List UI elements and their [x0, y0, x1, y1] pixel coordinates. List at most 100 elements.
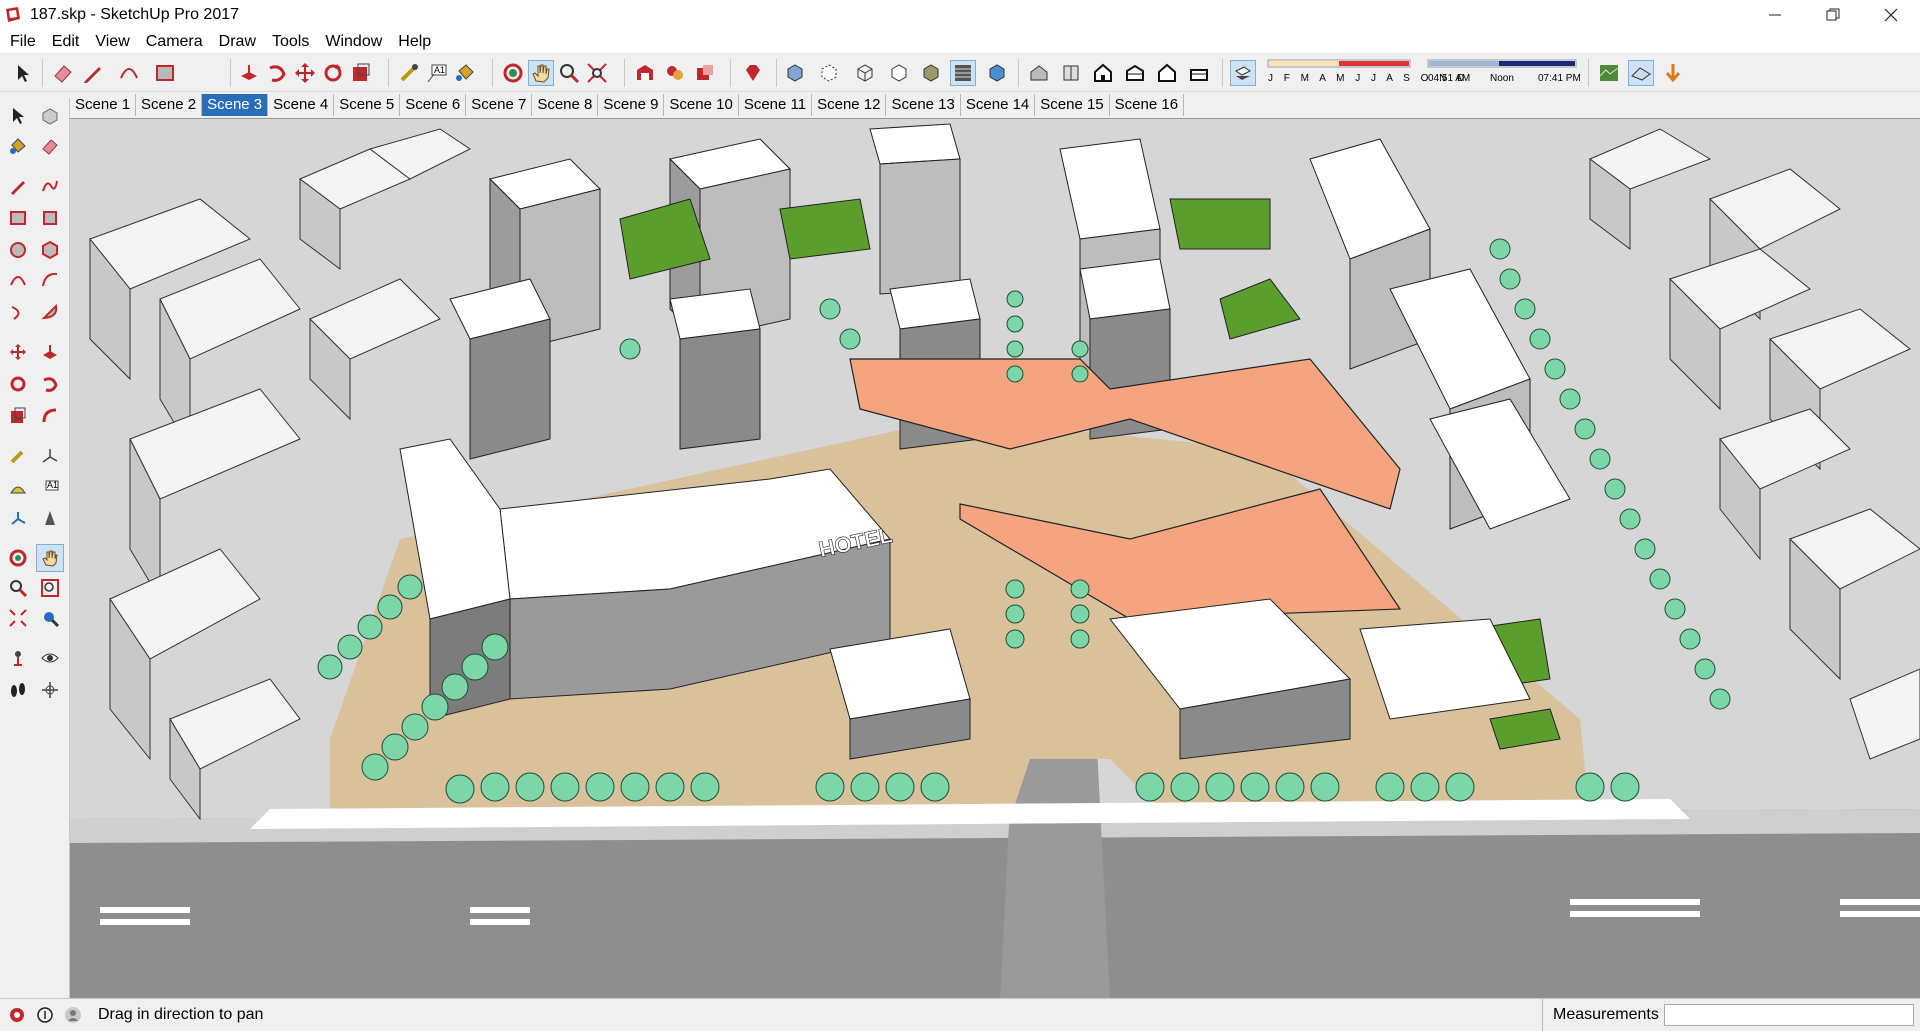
menu-edit[interactable]: Edit	[44, 30, 88, 54]
share-model-button[interactable]	[692, 60, 718, 86]
minimize-button[interactable]	[1746, 0, 1804, 30]
3d-warehouse-button[interactable]	[632, 60, 658, 86]
tab-scene-14[interactable]: Scene 14	[961, 94, 1036, 116]
tab-scene-6[interactable]: Scene 6	[400, 94, 467, 116]
tab-scene-12[interactable]: Scene 12	[812, 94, 887, 116]
left-3pt-arc-tool[interactable]	[4, 298, 32, 326]
left-zoom-window-tool[interactable]	[36, 574, 64, 602]
measurements-input[interactable]	[1664, 1004, 1914, 1026]
hidden-line-style-button[interactable]	[886, 60, 912, 86]
tab-scene-16[interactable]: Scene 16	[1110, 94, 1185, 116]
left-view-button[interactable]	[1186, 60, 1212, 86]
left-protractor-tool[interactable]	[4, 474, 32, 502]
left-offset-tool[interactable]	[36, 402, 64, 430]
follow-me-tool-button[interactable]	[264, 60, 290, 86]
back-edges-style-button[interactable]	[816, 60, 842, 86]
rectangle-tool-button[interactable]	[152, 60, 178, 86]
monochrome-style-button[interactable]	[984, 60, 1010, 86]
tab-scene-10[interactable]: Scene 10	[664, 94, 739, 116]
arc-tool-button[interactable]	[116, 60, 142, 86]
tab-scene-7[interactable]: Scene 7	[466, 94, 533, 116]
geo-location-icon[interactable]	[6, 1004, 28, 1026]
left-orbit-tool[interactable]	[4, 544, 32, 572]
left-arc-tool[interactable]	[4, 266, 32, 294]
left-axes-move-tool[interactable]	[4, 504, 32, 532]
menu-tools[interactable]: Tools	[264, 30, 317, 54]
menu-help[interactable]: Help	[390, 30, 439, 54]
left-move-tool[interactable]	[4, 338, 32, 366]
eraser-tool-button[interactable]	[50, 60, 76, 86]
line-tool-button[interactable]	[80, 60, 106, 86]
rotate-tool-button[interactable]	[320, 60, 346, 86]
left-rotated-rectangle-tool[interactable]	[36, 204, 64, 232]
left-eraser-tool[interactable]	[36, 132, 64, 160]
iso-view-button[interactable]	[1026, 60, 1052, 86]
tab-scene-4[interactable]: Scene 4	[268, 94, 335, 116]
left-3d-text-tool[interactable]	[36, 504, 64, 532]
left-line-tool[interactable]	[4, 172, 32, 200]
push-pull-tool-button[interactable]	[236, 60, 262, 86]
orbit-tool-button[interactable]	[500, 60, 526, 86]
user-account-icon[interactable]	[62, 1004, 84, 1026]
wireframe-style-button[interactable]	[852, 60, 878, 86]
tab-scene-15[interactable]: Scene 15	[1035, 94, 1110, 116]
scale-tool-button[interactable]	[348, 60, 374, 86]
select-tool-button[interactable]	[10, 60, 36, 86]
left-polygon-tool[interactable]	[36, 236, 64, 264]
left-rotate-tool[interactable]	[4, 370, 32, 398]
left-zoom-extents-tool[interactable]	[4, 604, 32, 632]
left-tape-tool[interactable]	[4, 442, 32, 470]
paint-bucket-tool-button[interactable]	[452, 60, 478, 86]
shaded-textures-style-button[interactable]	[950, 60, 976, 86]
tab-scene-11[interactable]: Scene 11	[739, 94, 813, 116]
credits-icon[interactable]	[34, 1004, 56, 1026]
left-freehand-tool[interactable]	[36, 172, 64, 200]
model-viewport[interactable]: HOTEL	[70, 118, 1920, 998]
left-zoom-tool[interactable]	[4, 574, 32, 602]
tab-scene-9[interactable]: Scene 9	[598, 94, 665, 116]
text-tool-button[interactable]: A1	[424, 60, 450, 86]
pan-tool-button[interactable]	[528, 60, 554, 86]
left-axes-tool[interactable]	[36, 442, 64, 470]
tab-scene-1[interactable]: Scene 1	[70, 94, 137, 116]
shaded-style-button[interactable]	[918, 60, 944, 86]
xray-style-button[interactable]	[782, 60, 808, 86]
shadows-toggle-button[interactable]	[1230, 60, 1256, 86]
left-component-tool[interactable]	[36, 102, 64, 130]
left-walk-tool[interactable]	[4, 676, 32, 704]
left-look-around-tool[interactable]	[36, 644, 64, 672]
back-view-button[interactable]	[1154, 60, 1180, 86]
left-rectangle-tool[interactable]	[4, 204, 32, 232]
zoom-tool-button[interactable]	[556, 60, 582, 86]
front-view-button[interactable]	[1090, 60, 1116, 86]
left-circle-tool[interactable]	[4, 236, 32, 264]
left-push-pull-tool[interactable]	[36, 338, 64, 366]
tab-scene-8[interactable]: Scene 8	[532, 94, 599, 116]
sandbox-tool-button[interactable]	[1596, 60, 1622, 86]
left-paint-tool[interactable]	[4, 132, 32, 160]
move-tool-button[interactable]	[292, 60, 318, 86]
top-view-button[interactable]	[1058, 60, 1084, 86]
section-tool-button[interactable]	[1660, 60, 1686, 86]
fog-tool-button[interactable]	[1628, 60, 1654, 86]
left-scale-tool[interactable]	[4, 402, 32, 430]
left-text-tool[interactable]: A1	[36, 474, 64, 502]
left-previous-view-tool[interactable]	[36, 604, 64, 632]
menu-camera[interactable]: Camera	[138, 30, 211, 54]
ruby-console-button[interactable]	[740, 60, 766, 86]
right-view-button[interactable]	[1122, 60, 1148, 86]
tab-scene-2[interactable]: Scene 2	[136, 94, 203, 116]
left-position-camera-tool[interactable]	[4, 644, 32, 672]
tab-scene-13[interactable]: Scene 13	[886, 94, 961, 116]
extension-warehouse-button[interactable]	[662, 60, 688, 86]
close-button[interactable]	[1862, 0, 1920, 30]
menu-view[interactable]: View	[87, 30, 137, 54]
left-select-tool[interactable]	[4, 102, 32, 130]
left-2pt-arc-tool[interactable]	[36, 266, 64, 294]
menu-file[interactable]: File	[2, 30, 44, 54]
menu-draw[interactable]: Draw	[211, 30, 264, 54]
left-section-plane-tool[interactable]	[36, 676, 64, 704]
restore-button[interactable]	[1804, 0, 1862, 30]
tab-scene-3[interactable]: Scene 3	[202, 94, 269, 116]
left-pan-tool[interactable]	[36, 544, 64, 572]
